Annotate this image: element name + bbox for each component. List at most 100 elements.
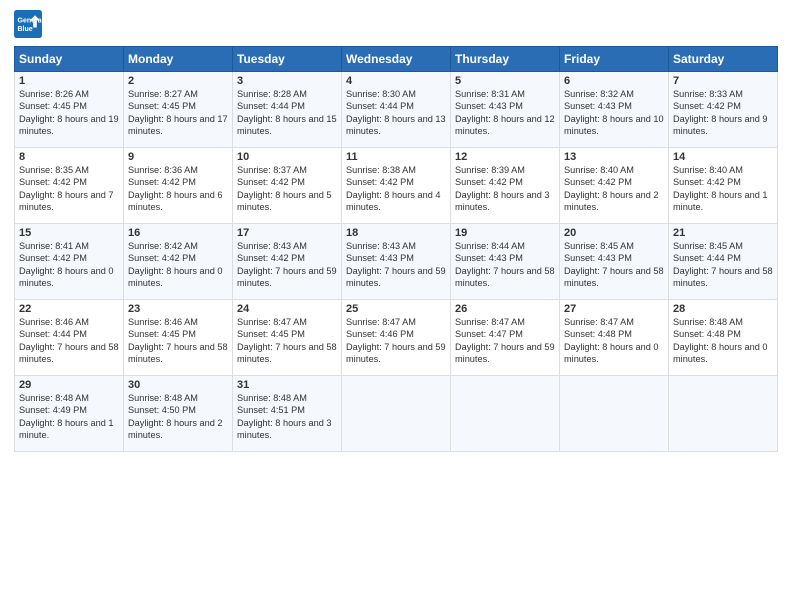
header-row: SundayMondayTuesdayWednesdayThursdayFrid…: [15, 47, 778, 72]
sunset-text: Sunset: 4:49 PM: [19, 405, 87, 415]
sunrise-text: Sunrise: 8:44 AM: [455, 241, 525, 251]
day-number: 5: [455, 75, 555, 87]
day-header-monday: Monday: [124, 47, 233, 72]
sunrise-text: Sunrise: 8:38 AM: [346, 165, 416, 175]
sunrise-text: Sunrise: 8:36 AM: [128, 165, 198, 175]
logo-icon: General Blue: [14, 10, 42, 38]
day-number: 7: [673, 75, 773, 87]
sunrise-text: Sunrise: 8:30 AM: [346, 89, 416, 99]
calendar-container: General Blue SundayMondayTuesdayWednesda…: [0, 0, 792, 612]
sunrise-text: Sunrise: 8:33 AM: [673, 89, 743, 99]
sunset-text: Sunset: 4:43 PM: [346, 253, 414, 263]
daylight-text: Daylight: 8 hours and 3 minutes.: [455, 190, 550, 212]
sunrise-text: Sunrise: 8:43 AM: [237, 241, 307, 251]
sunrise-text: Sunrise: 8:48 AM: [673, 317, 743, 327]
day-number: 27: [564, 303, 664, 315]
day-cell: 3 Sunrise: 8:28 AM Sunset: 4:44 PM Dayli…: [233, 72, 342, 148]
day-number: 26: [455, 303, 555, 315]
day-cell: 18 Sunrise: 8:43 AM Sunset: 4:43 PM Dayl…: [342, 224, 451, 300]
cell-content: Sunrise: 8:48 AM Sunset: 4:50 PM Dayligh…: [128, 392, 228, 442]
daylight-text: Daylight: 7 hours and 58 minutes.: [128, 342, 228, 364]
cell-content: Sunrise: 8:40 AM Sunset: 4:42 PM Dayligh…: [673, 164, 773, 214]
sunrise-text: Sunrise: 8:45 AM: [673, 241, 743, 251]
day-cell: [342, 376, 451, 452]
daylight-text: Daylight: 7 hours and 58 minutes.: [673, 266, 773, 288]
day-cell: 11 Sunrise: 8:38 AM Sunset: 4:42 PM Dayl…: [342, 148, 451, 224]
sunrise-text: Sunrise: 8:37 AM: [237, 165, 307, 175]
day-cell: 27 Sunrise: 8:47 AM Sunset: 4:48 PM Dayl…: [560, 300, 669, 376]
sunset-text: Sunset: 4:42 PM: [237, 253, 305, 263]
sunset-text: Sunset: 4:43 PM: [455, 101, 523, 111]
daylight-text: Daylight: 7 hours and 58 minutes.: [237, 342, 337, 364]
day-number: 4: [346, 75, 446, 87]
sunset-text: Sunset: 4:48 PM: [673, 329, 741, 339]
day-number: 18: [346, 227, 446, 239]
day-number: 2: [128, 75, 228, 87]
daylight-text: Daylight: 7 hours and 59 minutes.: [346, 342, 446, 364]
sunset-text: Sunset: 4:42 PM: [346, 177, 414, 187]
day-cell: 6 Sunrise: 8:32 AM Sunset: 4:43 PM Dayli…: [560, 72, 669, 148]
day-cell: [669, 376, 778, 452]
day-cell: 25 Sunrise: 8:47 AM Sunset: 4:46 PM Dayl…: [342, 300, 451, 376]
day-cell: 2 Sunrise: 8:27 AM Sunset: 4:45 PM Dayli…: [124, 72, 233, 148]
calendar-table: SundayMondayTuesdayWednesdayThursdayFrid…: [14, 46, 778, 452]
day-cell: 13 Sunrise: 8:40 AM Sunset: 4:42 PM Dayl…: [560, 148, 669, 224]
cell-content: Sunrise: 8:48 AM Sunset: 4:48 PM Dayligh…: [673, 316, 773, 366]
cell-content: Sunrise: 8:43 AM Sunset: 4:43 PM Dayligh…: [346, 240, 446, 290]
week-row-4: 22 Sunrise: 8:46 AM Sunset: 4:44 PM Dayl…: [15, 300, 778, 376]
day-cell: 12 Sunrise: 8:39 AM Sunset: 4:42 PM Dayl…: [451, 148, 560, 224]
day-cell: 28 Sunrise: 8:48 AM Sunset: 4:48 PM Dayl…: [669, 300, 778, 376]
day-cell: 16 Sunrise: 8:42 AM Sunset: 4:42 PM Dayl…: [124, 224, 233, 300]
sunset-text: Sunset: 4:42 PM: [19, 253, 87, 263]
daylight-text: Daylight: 7 hours and 59 minutes.: [237, 266, 337, 288]
day-number: 20: [564, 227, 664, 239]
sunrise-text: Sunrise: 8:48 AM: [19, 393, 89, 403]
sunset-text: Sunset: 4:45 PM: [128, 329, 196, 339]
sunrise-text: Sunrise: 8:40 AM: [673, 165, 743, 175]
day-cell: 26 Sunrise: 8:47 AM Sunset: 4:47 PM Dayl…: [451, 300, 560, 376]
day-header-thursday: Thursday: [451, 47, 560, 72]
sunset-text: Sunset: 4:42 PM: [19, 177, 87, 187]
day-header-wednesday: Wednesday: [342, 47, 451, 72]
cell-content: Sunrise: 8:40 AM Sunset: 4:42 PM Dayligh…: [564, 164, 664, 214]
cell-content: Sunrise: 8:39 AM Sunset: 4:42 PM Dayligh…: [455, 164, 555, 214]
daylight-text: Daylight: 8 hours and 9 minutes.: [673, 114, 768, 136]
sunrise-text: Sunrise: 8:47 AM: [346, 317, 416, 327]
sunset-text: Sunset: 4:43 PM: [564, 101, 632, 111]
week-row-2: 8 Sunrise: 8:35 AM Sunset: 4:42 PM Dayli…: [15, 148, 778, 224]
sunset-text: Sunset: 4:42 PM: [564, 177, 632, 187]
day-number: 8: [19, 151, 119, 163]
day-number: 17: [237, 227, 337, 239]
sunset-text: Sunset: 4:44 PM: [346, 101, 414, 111]
day-cell: 29 Sunrise: 8:48 AM Sunset: 4:49 PM Dayl…: [15, 376, 124, 452]
cell-content: Sunrise: 8:48 AM Sunset: 4:49 PM Dayligh…: [19, 392, 119, 442]
cell-content: Sunrise: 8:42 AM Sunset: 4:42 PM Dayligh…: [128, 240, 228, 290]
daylight-text: Daylight: 8 hours and 0 minutes.: [19, 266, 114, 288]
logo: General Blue: [14, 10, 46, 38]
cell-content: Sunrise: 8:26 AM Sunset: 4:45 PM Dayligh…: [19, 88, 119, 138]
cell-content: Sunrise: 8:30 AM Sunset: 4:44 PM Dayligh…: [346, 88, 446, 138]
cell-content: Sunrise: 8:35 AM Sunset: 4:42 PM Dayligh…: [19, 164, 119, 214]
daylight-text: Daylight: 8 hours and 1 minute.: [19, 418, 114, 440]
sunset-text: Sunset: 4:43 PM: [564, 253, 632, 263]
cell-content: Sunrise: 8:47 AM Sunset: 4:45 PM Dayligh…: [237, 316, 337, 366]
daylight-text: Daylight: 8 hours and 2 minutes.: [564, 190, 659, 212]
sunset-text: Sunset: 4:50 PM: [128, 405, 196, 415]
week-row-1: 1 Sunrise: 8:26 AM Sunset: 4:45 PM Dayli…: [15, 72, 778, 148]
daylight-text: Daylight: 8 hours and 7 minutes.: [19, 190, 114, 212]
day-number: 31: [237, 379, 337, 391]
svg-text:General: General: [18, 17, 43, 24]
sunset-text: Sunset: 4:42 PM: [673, 177, 741, 187]
day-number: 16: [128, 227, 228, 239]
sunset-text: Sunset: 4:42 PM: [128, 177, 196, 187]
day-number: 21: [673, 227, 773, 239]
daylight-text: Daylight: 8 hours and 19 minutes.: [19, 114, 119, 136]
daylight-text: Daylight: 7 hours and 58 minutes.: [455, 266, 555, 288]
cell-content: Sunrise: 8:44 AM Sunset: 4:43 PM Dayligh…: [455, 240, 555, 290]
cell-content: Sunrise: 8:46 AM Sunset: 4:44 PM Dayligh…: [19, 316, 119, 366]
cell-content: Sunrise: 8:31 AM Sunset: 4:43 PM Dayligh…: [455, 88, 555, 138]
sunset-text: Sunset: 4:42 PM: [237, 177, 305, 187]
day-number: 28: [673, 303, 773, 315]
daylight-text: Daylight: 7 hours and 58 minutes.: [564, 266, 664, 288]
cell-content: Sunrise: 8:38 AM Sunset: 4:42 PM Dayligh…: [346, 164, 446, 214]
